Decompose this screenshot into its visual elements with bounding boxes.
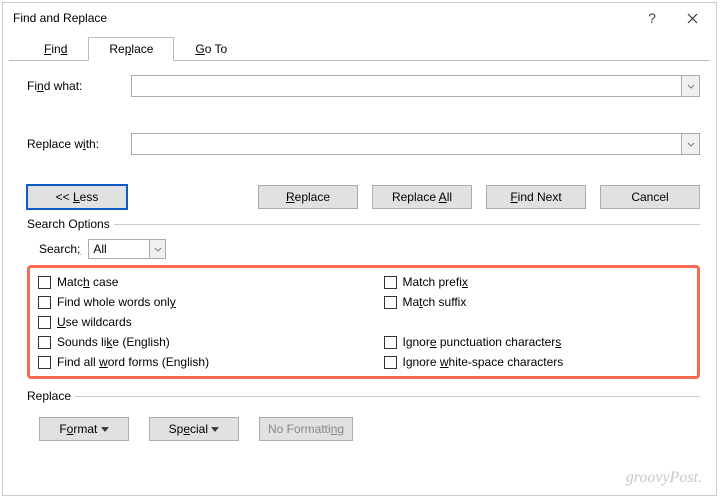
close-button[interactable]: [672, 4, 712, 32]
check-ignore-whitespace[interactable]: Ignore white-space characters: [384, 352, 690, 372]
checkbox-icon: [384, 296, 397, 309]
replace-button[interactable]: Replace: [258, 185, 358, 209]
search-options-group: Search Options Search; All Match case: [27, 217, 700, 383]
check-sounds-like[interactable]: Sounds like (English): [38, 332, 344, 352]
tab-goto[interactable]: Go To: [174, 37, 248, 61]
checkbox-icon: [38, 356, 51, 369]
format-button[interactable]: Format: [39, 417, 129, 441]
chevron-down-icon: [687, 84, 695, 89]
titlebar: Find and Replace ?: [3, 3, 716, 33]
search-scope-select[interactable]: All: [88, 239, 166, 259]
replace-group: Replace Format Special No Formatting: [27, 389, 700, 445]
check-match-prefix[interactable]: Match prefix: [384, 272, 690, 292]
checkbox-icon: [38, 336, 51, 349]
find-what-label: Find what:: [27, 79, 131, 93]
find-replace-dialog: Find and Replace ? Find Replace Go To Fi…: [2, 2, 717, 496]
options-col-right: Match prefix Match suffix Ignore punctua…: [384, 272, 690, 372]
check-wildcards[interactable]: Use wildcards: [38, 312, 344, 332]
search-scope-dropdown[interactable]: [149, 240, 165, 258]
search-options-highlight: Match case Find whole words only Use wil…: [27, 265, 700, 379]
replace-with-input[interactable]: [131, 133, 700, 155]
dialog-body: Find what: Replace with: << Less Replace…: [3, 61, 716, 453]
caret-down-icon: [101, 427, 109, 432]
replace-with-dropdown[interactable]: [681, 134, 699, 154]
search-scope-label: Search;: [39, 242, 80, 256]
watermark: groovyPost.: [626, 469, 702, 487]
tab-replace[interactable]: Replace: [88, 37, 174, 61]
special-button[interactable]: Special: [149, 417, 239, 441]
checkbox-icon: [384, 336, 397, 349]
check-whole-words[interactable]: Find whole words only: [38, 292, 344, 312]
check-word-forms[interactable]: Find all word forms (English): [38, 352, 344, 372]
find-what-input[interactable]: [131, 75, 700, 97]
find-what-dropdown[interactable]: [681, 76, 699, 96]
close-icon: [687, 13, 698, 24]
search-options-legend: Search Options: [27, 217, 114, 231]
chevron-down-icon: [687, 142, 695, 147]
replace-with-row: Replace with:: [27, 133, 700, 155]
checkbox-icon: [38, 276, 51, 289]
cancel-button[interactable]: Cancel: [600, 185, 700, 209]
dialog-title: Find and Replace: [13, 11, 632, 25]
replace-with-label: Replace with:: [27, 137, 131, 151]
search-scope-row: Search; All: [27, 237, 700, 265]
help-button[interactable]: ?: [632, 4, 672, 32]
chevron-down-icon: [154, 247, 162, 252]
checkbox-icon: [38, 316, 51, 329]
tab-strip: Find Replace Go To: [3, 33, 716, 61]
checkbox-icon: [384, 276, 397, 289]
check-match-suffix[interactable]: Match suffix: [384, 292, 690, 312]
find-what-row: Find what:: [27, 75, 700, 97]
checkbox-icon: [38, 296, 51, 309]
check-ignore-punct[interactable]: Ignore punctuation characters: [384, 332, 690, 352]
replace-all-button[interactable]: Replace All: [372, 185, 472, 209]
no-formatting-button[interactable]: No Formatting: [259, 417, 353, 441]
replace-legend: Replace: [27, 389, 75, 403]
options-col-left: Match case Find whole words only Use wil…: [38, 272, 344, 372]
less-button[interactable]: << Less: [27, 185, 127, 209]
checkbox-icon: [384, 356, 397, 369]
check-match-case[interactable]: Match case: [38, 272, 344, 292]
action-buttons: << Less Replace Replace All Find Next Ca…: [27, 177, 700, 211]
find-next-button[interactable]: Find Next: [486, 185, 586, 209]
tab-find[interactable]: Find: [23, 37, 88, 61]
caret-down-icon: [211, 427, 219, 432]
